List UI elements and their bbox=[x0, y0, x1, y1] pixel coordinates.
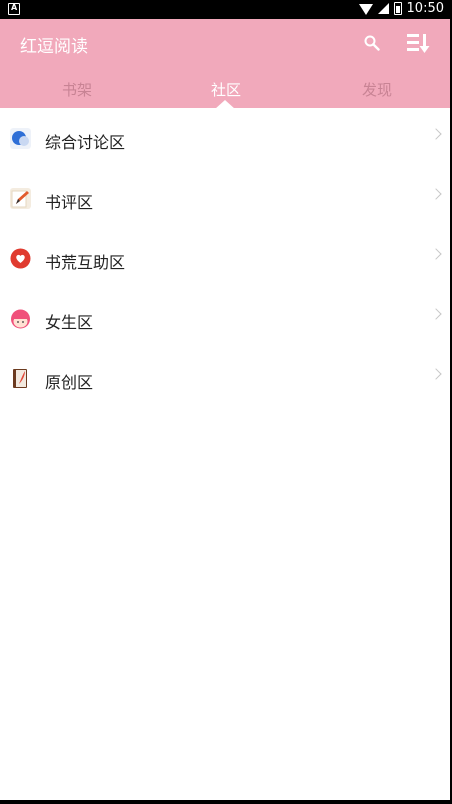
wifi-icon bbox=[358, 4, 373, 15]
screen-bottom-edge bbox=[0, 800, 452, 804]
list-item-book-help[interactable]: 书荒互助区 bbox=[0, 228, 452, 288]
tab-community[interactable]: 社区 bbox=[211, 79, 241, 100]
sort-icon[interactable] bbox=[406, 32, 430, 54]
list-item-label: 书评区 bbox=[45, 193, 94, 212]
app-bar: 红逗阅读 书架 社区 发现 bbox=[0, 19, 452, 109]
signal-icon bbox=[377, 3, 389, 14]
heart-badge-icon bbox=[10, 248, 31, 269]
list-item-label: 书荒互助区 bbox=[45, 253, 126, 272]
chevron-right-icon bbox=[430, 248, 442, 260]
list-item-book-reviews[interactable]: 书评区 bbox=[0, 168, 452, 228]
tab-bookshelf[interactable]: 书架 bbox=[62, 79, 92, 100]
book-quill-icon bbox=[13, 369, 27, 388]
girl-face-icon bbox=[11, 309, 30, 329]
list-item-original[interactable]: 原创区 bbox=[0, 348, 452, 408]
chat-bubble-icon bbox=[10, 128, 31, 149]
status-bar: A 10:50 bbox=[0, 0, 452, 19]
pencil-note-icon bbox=[10, 188, 31, 209]
chevron-right-icon bbox=[430, 188, 442, 200]
community-list: 综合讨论区 书评区 书荒互助区 女生区 原创区 bbox=[0, 108, 452, 408]
list-item-girls[interactable]: 女生区 bbox=[0, 288, 452, 348]
list-item-label: 女生区 bbox=[45, 313, 94, 332]
battery-icon bbox=[393, 2, 402, 15]
list-item-label: 原创区 bbox=[45, 373, 94, 392]
list-item-label: 综合讨论区 bbox=[45, 133, 126, 152]
search-icon[interactable] bbox=[364, 35, 380, 51]
notification-icon: A bbox=[8, 3, 20, 15]
tab-discover[interactable]: 发现 bbox=[362, 79, 392, 100]
chevron-right-icon bbox=[430, 368, 442, 380]
chevron-right-icon bbox=[430, 308, 442, 320]
chevron-right-icon bbox=[430, 128, 442, 140]
list-item-general-discussion[interactable]: 综合讨论区 bbox=[0, 108, 452, 168]
app-title: 红逗阅读 bbox=[20, 37, 88, 57]
status-time: 10:50 bbox=[406, 1, 444, 16]
